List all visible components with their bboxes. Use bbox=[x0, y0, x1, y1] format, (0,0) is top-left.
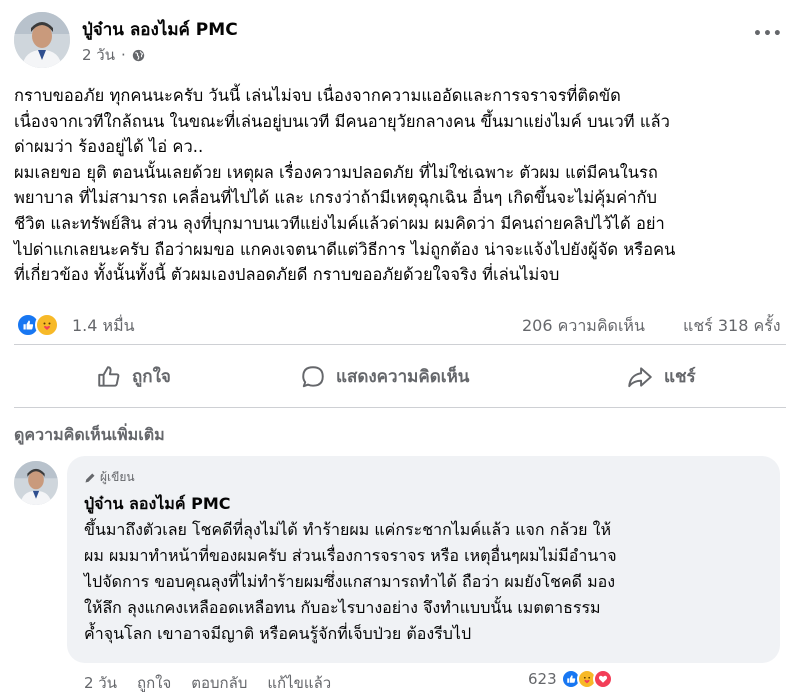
share-label: แชร์ bbox=[664, 367, 696, 387]
like-button[interactable]: ถูกใจ bbox=[96, 363, 171, 390]
like-label: ถูกใจ bbox=[132, 367, 171, 387]
comment-text: ขึ้นมาถึงตัวเลย โชคดีที่ลุงไม่ได้ ทำร้าย… bbox=[84, 517, 774, 647]
author-badge: ผู้เขียน bbox=[84, 468, 135, 487]
reactions-count[interactable]: 1.4 หมื่น bbox=[72, 314, 135, 339]
thumbs-up-icon bbox=[96, 364, 122, 390]
comment-edited-label[interactable]: แก้ไขแล้ว bbox=[267, 671, 331, 695]
stats-divider bbox=[14, 344, 786, 345]
comments-count[interactable]: 206 ความคิดเห็น bbox=[522, 314, 645, 339]
comment-author-avatar[interactable] bbox=[14, 461, 58, 505]
comment-line: ให้ลึก ลุงแกคงเหลืออดเหลือทน กับอะไรบางอ… bbox=[84, 598, 601, 617]
post-paragraph: ที่เกี่ยวข้อง ทั้งนั้นทั้งนี้ ตัวผมเองปล… bbox=[14, 265, 560, 285]
author-avatar[interactable] bbox=[14, 12, 70, 68]
share-icon bbox=[626, 364, 654, 390]
post-author-name[interactable]: ปู่จ๋าน ลองไมค์ PMC bbox=[82, 16, 238, 43]
meta-separator: · bbox=[121, 46, 126, 64]
reaction-icons[interactable] bbox=[16, 313, 59, 337]
post-text: กราบขออภัย ทุกคนนะครับ วันนี้ เล่นไม่จบ … bbox=[14, 83, 786, 288]
post-paragraph: กราบขออภัย ทุกคนนะครับ วันนี้ เล่นไม่จบ … bbox=[14, 86, 621, 105]
globe-icon bbox=[132, 49, 145, 62]
comment-author-name[interactable]: ปู่จ๋าน ลองไมค์ PMC bbox=[84, 492, 231, 517]
view-more-comments-link[interactable]: ดูความคิดเห็นเพิ่มเติม bbox=[14, 423, 165, 448]
comment-label: แสดงความคิดเห็น bbox=[336, 367, 470, 387]
pencil-icon bbox=[84, 472, 96, 484]
comment-line: ขึ้นมาถึงตัวเลย โชคดีที่ลุงไม่ได้ ทำร้าย… bbox=[84, 520, 611, 539]
post-paragraph: เนื่องจากเวทีใกล้ถนน ในขณะที่เล่นอยู่บนเ… bbox=[14, 111, 670, 131]
comment-icon bbox=[300, 364, 326, 390]
comment-reactions-count: 623 bbox=[528, 670, 557, 688]
more-options-icon[interactable]: ••• bbox=[753, 26, 783, 42]
comment-line: ไปจัดการ ขอบคุณลุงที่ไม่ทำร้ายผมซึ่งแกสา… bbox=[84, 572, 616, 591]
post-paragraph: ไปด่าแกเลยนะครับ ถือว่าผมขอ แกคงเจตนาดีแ… bbox=[14, 239, 676, 259]
comment-like-button[interactable]: ถูกใจ bbox=[137, 671, 171, 695]
comment-line: ผม ผมมาทำหน้าที่ของผมครับ ส่วนเรื่องการจ… bbox=[84, 546, 617, 565]
actions-divider bbox=[14, 407, 786, 408]
comment-time[interactable]: 2 วัน bbox=[84, 671, 117, 695]
love-reaction-icon bbox=[592, 669, 613, 689]
comment-button[interactable]: แสดงความคิดเห็น bbox=[300, 363, 469, 390]
share-button[interactable]: แชร์ bbox=[626, 363, 696, 390]
post-paragraph: ชีวิต และทรัพย์สิน ส่วน ลุงที่บุกมาบนเวท… bbox=[14, 213, 665, 233]
shares-count[interactable]: แชร์ 318 ครั้ง bbox=[683, 314, 781, 339]
author-badge-label: ผู้เขียน bbox=[100, 470, 135, 484]
comment-line: ค้ำจุนโลก เขาอาจมีญาติ หรือคนรู้จักที่เจ… bbox=[84, 624, 472, 643]
post-time[interactable]: 2 วัน bbox=[82, 43, 115, 67]
post-meta: 2 วัน · bbox=[82, 43, 145, 67]
comment-reply-button[interactable]: ตอบกลับ bbox=[191, 671, 247, 695]
comment-reactions[interactable]: 623 bbox=[528, 669, 613, 689]
post-paragraph: พยาบาล ที่ไม่สามารถ เคลื่อนที่ไปได้ และ … bbox=[14, 188, 657, 208]
post-paragraph: ด่าผมว่า ร้องอยู่ได้ ไอ่ คว.. bbox=[14, 137, 204, 157]
comment-footer: 2 วัน ถูกใจ ตอบกลับ แก้ไขแล้ว bbox=[84, 671, 331, 695]
care-reaction-icon bbox=[35, 313, 59, 337]
post-paragraph: ผมเลยขอ ยุติ ตอนนั้นเลยด้วย เหตุผล เรื่อ… bbox=[14, 162, 658, 182]
